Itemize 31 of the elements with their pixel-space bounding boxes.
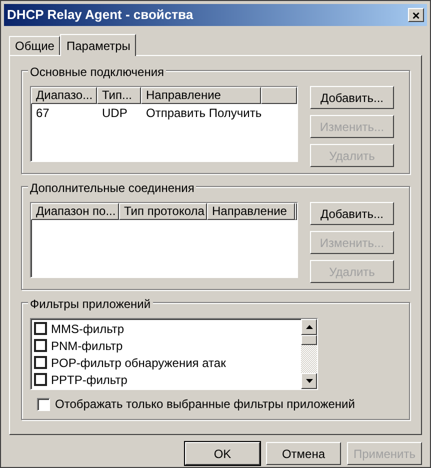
column-header[interactable]: Направление — [141, 87, 261, 104]
column-header[interactable]: Тип... — [97, 87, 141, 104]
column-header[interactable]: Диапазон по... — [31, 203, 119, 220]
column-header[interactable]: Диапазо... — [31, 87, 97, 104]
tab[interactable]: Параметры — [60, 34, 136, 56]
table-cell-text: UDP — [101, 105, 128, 122]
dialog-button[interactable]: Добавить... — [310, 202, 394, 225]
column-header[interactable]: Направление — [207, 203, 295, 220]
window-title: DHCP Relay Agent - свойства — [7, 6, 194, 24]
dialog-button[interactable]: OK — [185, 442, 260, 465]
checkbox-label: Отображать только выбранные фильтры приложений — [55, 396, 355, 413]
dialog-button[interactable]: Отмена — [266, 442, 341, 465]
dialog-button[interactable]: Добавить... — [310, 86, 394, 109]
table-cell-text: Отправить Получить — [145, 105, 261, 122]
checkbox[interactable] — [34, 356, 47, 369]
filter-label: POP-фильтр обнаружения атак — [51, 354, 226, 372]
scrollbar[interactable] — [301, 319, 317, 389]
checkbox[interactable] — [34, 322, 47, 335]
filter-label: PNM-фильтр — [51, 338, 123, 354]
close-button[interactable]: × — [408, 8, 424, 22]
tab[interactable]: Общие — [9, 36, 60, 55]
column-header[interactable]: Тип протокола — [119, 203, 207, 220]
table-cell-text: 67 — [35, 105, 50, 122]
checkbox[interactable] — [34, 373, 47, 386]
scroll-thumb[interactable] — [301, 335, 317, 345]
scroll-up-icon[interactable] — [301, 319, 317, 335]
filter-label: PPTP-фильтр — [51, 372, 128, 388]
scroll-down-icon[interactable] — [301, 373, 317, 389]
checkbox[interactable] — [34, 339, 47, 352]
checkbox[interactable] — [37, 398, 50, 410]
filter-label: MMS-фильтр — [51, 320, 124, 338]
